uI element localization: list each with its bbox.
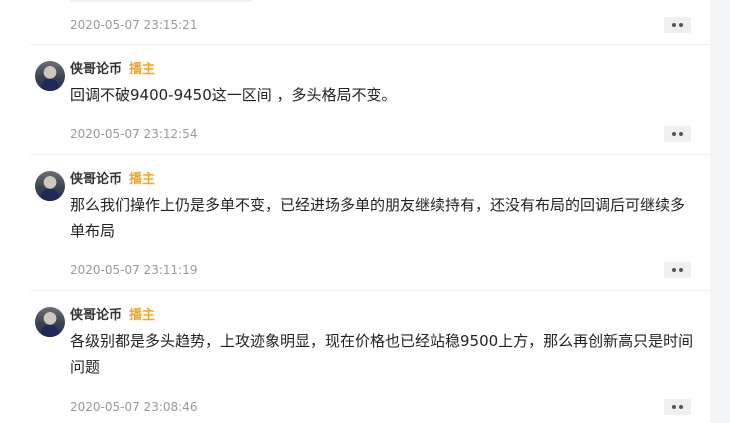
avatar[interactable] <box>35 171 65 201</box>
divider <box>30 154 710 155</box>
comment-timestamp: 2020-05-07 23:15:21 <box>70 18 198 32</box>
previous-item-remnant <box>70 0 252 2</box>
comment-timestamp: 2020-05-07 23:12:54 <box>70 127 198 141</box>
author-name[interactable]: 侠哥论币 <box>70 62 122 78</box>
more-actions-button[interactable] <box>664 262 691 278</box>
divider <box>30 290 710 291</box>
avatar[interactable] <box>35 61 65 91</box>
comment-text: 那么我们操作上仍是多单不变，已经进场多单的朋友继续持有，还没有布局的回调后可继续… <box>70 196 686 240</box>
comment-text: 各级别都是多头趋势，上攻迹象明显，现在价格也已经站稳9500上方，那么再创新高只… <box>70 332 694 376</box>
author-name[interactable]: 侠哥论币 <box>70 308 122 324</box>
host-badge: 播主 <box>129 172 156 187</box>
more-dots-icon <box>672 268 676 272</box>
host-badge: 播主 <box>129 308 156 323</box>
avatar[interactable] <box>35 307 65 337</box>
comment-timestamp: 2020-05-07 23:11:19 <box>70 263 198 277</box>
more-dots-icon <box>672 23 676 27</box>
author-name[interactable]: 侠哥论币 <box>70 172 122 188</box>
comment-feed-panel: 2020-05-07 23:15:21 侠哥论币 播主 回调不破9400-945… <box>0 0 710 423</box>
more-dots-icon <box>672 132 676 136</box>
divider <box>30 44 710 45</box>
more-actions-button[interactable] <box>664 126 691 142</box>
host-badge: 播主 <box>129 62 156 77</box>
more-actions-button[interactable] <box>664 17 691 33</box>
more-actions-button[interactable] <box>664 399 691 415</box>
more-dots-icon <box>672 405 676 409</box>
comment-text: 回调不破9400-9450这一区间 ，多头格局不变。 <box>70 86 397 104</box>
comment-timestamp: 2020-05-07 23:08:46 <box>70 400 198 414</box>
page-background-gutter <box>710 0 730 423</box>
